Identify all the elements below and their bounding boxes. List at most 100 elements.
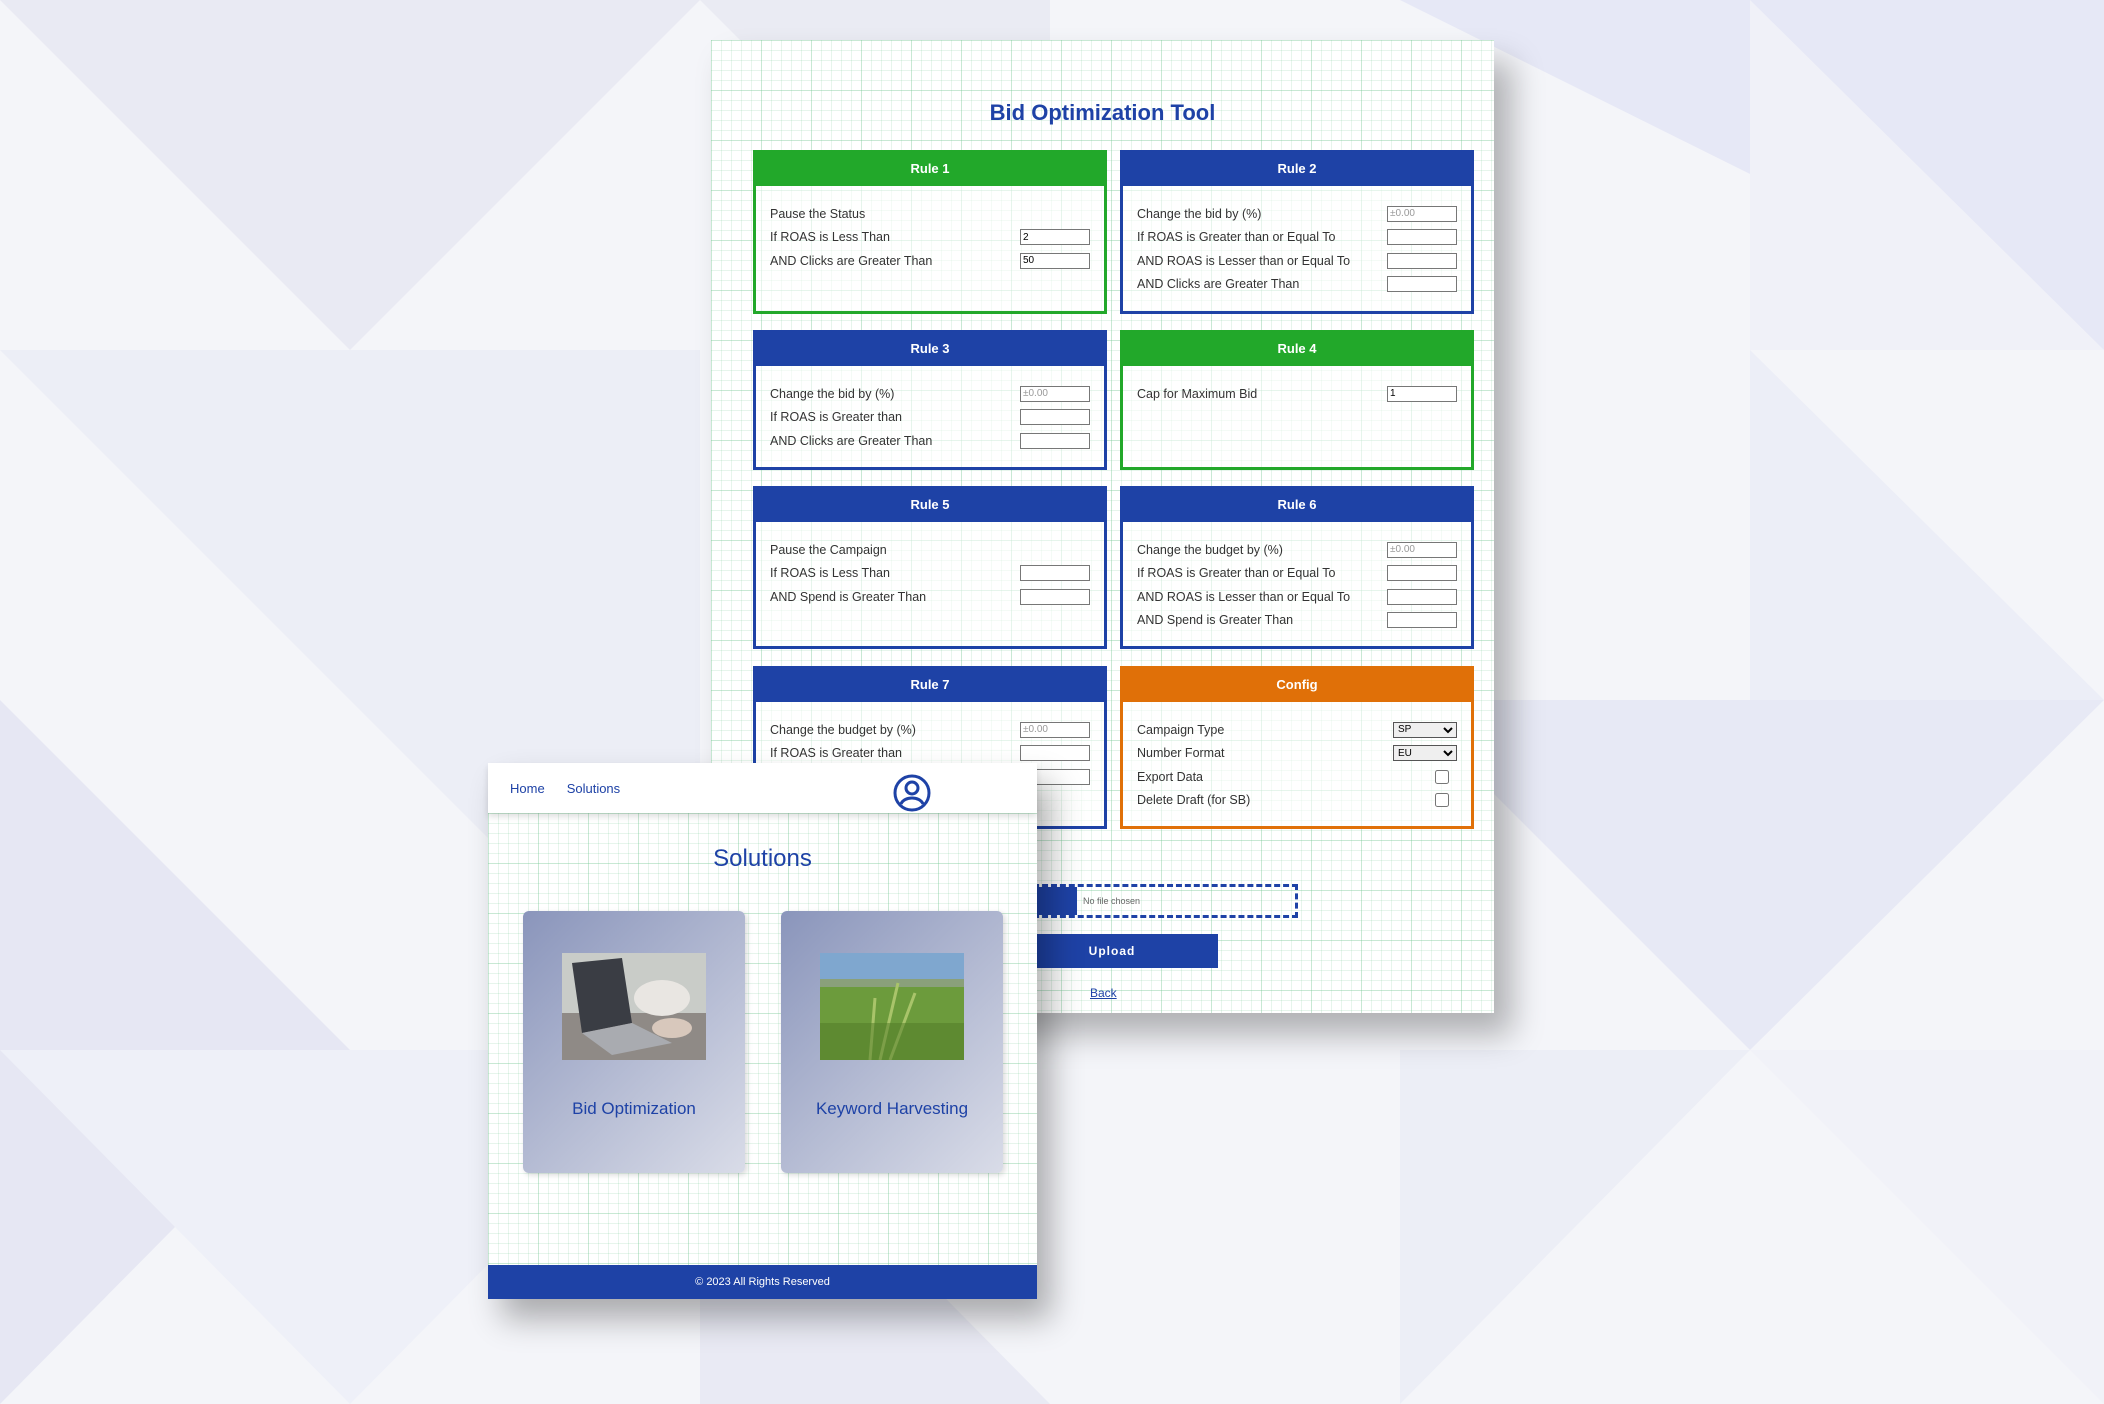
rule-row: If ROAS is Greater than [770,406,1090,430]
rule-row: Campaign Type SP [1137,718,1457,742]
rule-label: AND Clicks are Greater Than [770,433,933,448]
rule-row: If ROAS is Less Than [770,226,1090,250]
rule-input[interactable] [1020,432,1090,449]
rule-row: Change the bid by (%) ±0.00 [1137,202,1457,226]
rule-title: Rule 5 [753,486,1107,522]
rule-label: Campaign Type [1137,722,1225,737]
laptop-image [562,953,706,1060]
rule-input[interactable]: ±0.00 [1020,721,1090,738]
rule-label: AND Spend is Greater Than [1137,613,1294,628]
user-circle-icon[interactable] [892,773,932,813]
rule-title: Rule 4 [1120,330,1474,366]
rule-input[interactable] [1387,612,1457,629]
navbar: Home Solutions [488,763,1037,813]
rule-card: Rule 2 Change the bid by (%) ±0.00 If ROAS … [1120,150,1474,314]
rule-input[interactable] [1020,252,1090,269]
rule-row: Change the budget by (%) ±0.00 [1137,538,1457,562]
rule-input[interactable] [1387,276,1457,293]
rule-label: Change the budget by (%) [770,722,916,737]
rule-card: Rule 5 Pause the Campaign If ROAS is Less … [753,486,1107,649]
config-select[interactable]: EU [1393,745,1457,762]
rule-row: Cap for Maximum Bid [1137,382,1457,406]
input-placeholder: ±0.00 [1390,543,1415,555]
rule-label: Pause the Status [770,206,866,221]
rule-card: Rule 3 Change the bid by (%) ±0.00 If ROAS … [753,330,1107,470]
rule-label: Change the budget by (%) [1137,542,1283,557]
rule-row: AND Clicks are Greater Than [770,249,1090,273]
rule-row: Delete Draft (for SB) [1137,789,1457,813]
rule-input[interactable]: ±0.00 [1020,385,1090,402]
rule-label: AND Clicks are Greater Than [1137,277,1300,292]
card-label: Bid Optimization [572,1099,696,1118]
footer: © 2023 All Rights Reserved [488,1265,1037,1299]
rule-input[interactable] [1387,252,1457,269]
file-status: No file chosen [1083,896,1141,906]
rule-row: AND Clicks are Greater Than [770,429,1090,453]
rule-input[interactable] [1387,385,1457,402]
card-label: Keyword Harvesting [815,1099,969,1118]
card-keyword-harvesting[interactable]: Keyword Harvesting [781,911,1003,1173]
rule-row: AND Spend is Greater Than [770,585,1090,609]
rule-label: Number Format [1137,746,1225,761]
rule-title: Config [1120,666,1474,702]
rule-label: Change the bid by (%) [770,386,895,401]
rule-card: Config Campaign Type SP Number Format EU Expo… [1120,666,1474,829]
rule-label: If ROAS is Greater than [770,746,902,761]
rule-label: If ROAS is Less Than [770,230,890,245]
rule-input[interactable] [1020,745,1090,762]
rule-input[interactable] [1020,409,1090,426]
rule-title: Rule 6 [1120,486,1474,522]
page-title: Bid Optimization Tool [989,100,1216,125]
rule-label: AND ROAS is Lesser than or Equal To [1137,253,1351,268]
rule-label: AND Spend is Greater Than [770,589,927,604]
rule-label: Cap for Maximum Bid [1137,386,1258,401]
rule-input[interactable]: ±0.00 [1387,205,1457,222]
rule-label: Change the bid by (%) [1137,206,1262,221]
rule-card: Rule 4 Cap for Maximum Bid [1120,330,1474,470]
rule-label: If ROAS is Less Than [770,566,890,581]
nav-home[interactable]: Home [510,781,545,796]
rule-row: If ROAS is Greater than or Equal To [1137,226,1457,250]
wheat-field-image [820,953,964,1060]
rule-input[interactable] [1020,229,1090,246]
rule-row: Change the budget by (%) ±0.00 [770,718,1090,742]
rule-label: Export Data [1137,769,1204,784]
rule-label: Pause the Campaign [770,542,887,557]
rule-label: If ROAS is Greater than [770,410,902,425]
config-checkbox[interactable] [1435,793,1449,808]
card-bid-optimization[interactable]: Bid Optimization [523,911,745,1173]
upload-button[interactable]: Upload [1006,934,1218,968]
rule-row: AND ROAS is Lesser than or Equal To [1137,249,1457,273]
config-checkbox[interactable] [1435,769,1449,784]
solutions-window: Home Solutions Solutions Bid Optimizatio… [488,763,1037,1299]
rule-input[interactable] [1387,565,1457,582]
rule-title: Rule 7 [753,666,1107,702]
rule-label: If ROAS is Greater than or Equal To [1137,566,1336,581]
nav-solutions[interactable]: Solutions [567,781,620,796]
rule-row: Number Format EU [1137,742,1457,766]
rule-input[interactable] [1387,588,1457,605]
rule-row: If ROAS is Less Than [770,562,1090,586]
rule-row: AND Spend is Greater Than [1137,609,1457,633]
rule-row: AND ROAS is Lesser than or Equal To [1137,585,1457,609]
rule-row: Pause the Status [770,202,1090,226]
config-select[interactable]: SP [1393,721,1457,738]
rule-input[interactable] [1020,588,1090,605]
input-placeholder: ±0.00 [1023,387,1048,399]
rule-title: Rule 2 [1120,150,1474,186]
back-link[interactable]: Back [1090,986,1117,1000]
rule-row: If ROAS is Greater than or Equal To [1137,562,1457,586]
rule-row: Pause the Campaign [770,538,1090,562]
rule-row: If ROAS is Greater than [770,742,1090,766]
rule-title: Rule 1 [753,150,1107,186]
rule-row: AND Clicks are Greater Than [1137,273,1457,297]
rule-input[interactable] [1387,229,1457,246]
input-placeholder: ±0.00 [1023,723,1048,735]
rule-input[interactable]: ±0.00 [1387,541,1457,558]
rule-label: AND Clicks are Greater Than [770,253,933,268]
rule-label: Delete Draft (for SB) [1137,793,1251,808]
rule-input[interactable] [1020,565,1090,582]
rule-label: If ROAS is Greater than or Equal To [1137,230,1336,245]
solutions-title: Solutions [713,845,812,872]
rule-card: Rule 1 Pause the Status If ROAS is Less Th… [753,150,1107,314]
